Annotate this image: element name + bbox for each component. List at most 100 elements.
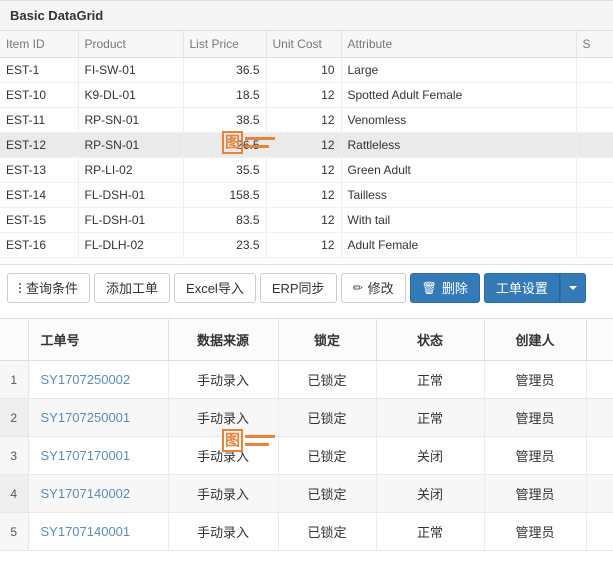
column-header-product[interactable]: Product xyxy=(78,31,184,58)
cell-item-id: EST-16 xyxy=(0,232,79,258)
erp-sync-button[interactable]: ERP同步 xyxy=(259,272,337,303)
vertical-dots-icon xyxy=(19,281,21,294)
column-header-attribute[interactable]: Attribute xyxy=(341,31,577,58)
cell-status: 关闭 xyxy=(376,474,485,513)
caret-down-icon xyxy=(568,285,577,290)
cell-creator: 管理员 xyxy=(484,436,587,475)
cell-lock-status: 已锁定 xyxy=(278,474,377,513)
cell-list-price: 18.5 xyxy=(183,82,267,108)
cell-list-price: 36.5 xyxy=(183,57,267,83)
cell-wo-no[interactable]: SY1707140002 xyxy=(28,474,169,513)
table-row[interactable]: EST-15 FL-DSH-01 83.5 12 With tail xyxy=(0,207,613,233)
cell-product: FL-DSH-01 xyxy=(78,182,184,208)
cell-index: 2 xyxy=(0,398,29,437)
cell-lock-status: 已锁定 xyxy=(278,360,377,399)
table-row[interactable]: 5 SY1707140001 手动录入 已锁定 正常 管理员 信 xyxy=(0,512,613,551)
column-header-unit-cost[interactable]: Unit Cost xyxy=(266,31,342,58)
cell-department: 信 xyxy=(586,436,613,475)
cell-lock-status: 已锁定 xyxy=(278,436,377,475)
table-row[interactable]: EST-10 K9-DL-01 18.5 12 Spotted Adult Fe… xyxy=(0,82,613,108)
cell-list-price: 38.5 xyxy=(183,107,267,133)
work-order-grid-scroll-area[interactable]: 工单号 数据来源 锁定 状态 创建人 部 1 SY1707250002 手动录入… xyxy=(0,318,613,551)
cell-creator: 管理员 xyxy=(484,474,587,513)
column-header-creator[interactable]: 创建人 xyxy=(484,318,587,361)
cell-attribute: Adult Female xyxy=(341,232,577,258)
cell-index: 1 xyxy=(0,360,29,399)
table-row[interactable]: 1 SY1707250002 手动录入 已锁定 正常 管理员 信 xyxy=(0,360,613,399)
cell-unit-cost: 12 xyxy=(266,157,342,183)
table-row[interactable]: 3 SY1707170001 手动录入 已锁定 关闭 管理员 信 xyxy=(0,436,613,475)
cell-list-price: 83.5 xyxy=(183,207,267,233)
table-row[interactable]: EST-11 RP-SN-01 38.5 12 Venomless xyxy=(0,107,613,133)
cell-status xyxy=(576,57,613,83)
cell-unit-cost: 12 xyxy=(266,107,342,133)
cell-status xyxy=(576,182,613,208)
cell-status xyxy=(576,157,613,183)
cell-item-id: EST-13 xyxy=(0,157,79,183)
column-header-status[interactable]: S xyxy=(576,31,613,58)
cell-creator: 管理员 xyxy=(484,512,587,551)
table-row[interactable]: 2 SY1707250001 手动录入 已锁定 正常 管理员 信 xyxy=(0,398,613,437)
cell-product: RP-SN-01 xyxy=(78,132,184,158)
column-header-lock[interactable]: 锁定 xyxy=(278,318,377,361)
column-header-item-id[interactable]: Item ID xyxy=(0,31,79,58)
cell-department: 信 xyxy=(586,512,613,551)
cell-data-source: 手动录入 xyxy=(168,360,279,399)
cell-item-id: EST-12 xyxy=(0,132,79,158)
cell-product: RP-LI-02 xyxy=(78,157,184,183)
cell-index: 5 xyxy=(0,512,29,551)
cell-index: 4 xyxy=(0,474,29,513)
excel-import-button[interactable]: Excel导入 xyxy=(174,272,256,303)
cell-status xyxy=(576,207,613,233)
table-row[interactable]: 4 SY1707140002 手动录入 已锁定 关闭 管理员 信 xyxy=(0,474,613,513)
cell-lock-status: 已锁定 xyxy=(278,398,377,437)
modify-button[interactable]: ✏ 修改 xyxy=(340,272,406,303)
table-row[interactable]: EST-1 FI-SW-01 36.5 10 Large xyxy=(0,57,613,83)
cell-unit-cost: 12 xyxy=(266,82,342,108)
column-header-data-source[interactable]: 数据来源 xyxy=(168,318,279,361)
cell-attribute: Spotted Adult Female xyxy=(341,82,577,108)
cell-status: 关闭 xyxy=(376,436,485,475)
cell-wo-no[interactable]: SY1707170001 xyxy=(28,436,169,475)
work-order-settings-dropdown-toggle[interactable] xyxy=(559,272,586,303)
column-header-department[interactable]: 部 xyxy=(586,318,613,361)
cell-status: 正常 xyxy=(376,398,485,437)
delete-label: 删除 xyxy=(441,281,468,296)
cell-item-id: EST-1 xyxy=(0,57,79,83)
cell-attribute: Tailless xyxy=(341,182,577,208)
table-row[interactable]: EST-16 FL-DLH-02 23.5 12 Adult Female xyxy=(0,232,613,258)
cell-list-price: 158.5 xyxy=(183,182,267,208)
table-row[interactable]: EST-14 FL-DSH-01 158.5 12 Tailless xyxy=(0,182,613,208)
cell-data-source: 手动录入 xyxy=(168,512,279,551)
cell-wo-no[interactable]: SY1707250002 xyxy=(28,360,169,399)
work-order-header-row: 工单号 数据来源 锁定 状态 创建人 部 xyxy=(0,318,613,361)
column-header-status[interactable]: 状态 xyxy=(376,318,485,361)
datagrid-body: EST-1 FI-SW-01 36.5 10 Large EST-10 K9-D… xyxy=(0,57,613,258)
table-row[interactable]: EST-13 RP-LI-02 35.5 12 Green Adult xyxy=(0,157,613,183)
cell-wo-no[interactable]: SY1707140001 xyxy=(28,512,169,551)
cell-attribute: Green Adult xyxy=(341,157,577,183)
work-order-settings-button[interactable]: 工单设置 xyxy=(483,272,560,303)
cell-department: 信 xyxy=(586,360,613,399)
cell-wo-no[interactable]: SY1707250001 xyxy=(28,398,169,437)
column-header-list-price[interactable]: List Price xyxy=(183,31,267,58)
add-work-order-button[interactable]: 添加工单 xyxy=(94,272,171,303)
column-header-wo-no[interactable]: 工单号 xyxy=(28,318,169,361)
cell-department: 信 xyxy=(586,398,613,437)
cell-list-price: 23.5 xyxy=(183,232,267,258)
cell-product: K9-DL-01 xyxy=(78,82,184,108)
cell-unit-cost: 12 xyxy=(266,132,342,158)
cell-data-source: 手动录入 xyxy=(168,398,279,437)
table-row-selected[interactable]: EST-12 RP-SN-01 26.5 12 Rattleless xyxy=(0,132,613,158)
delete-button[interactable]: 🗑 删除 xyxy=(409,272,480,303)
query-conditions-button[interactable]: 查询条件 xyxy=(7,272,91,303)
cell-attribute: Large xyxy=(341,57,577,83)
cell-status xyxy=(576,82,613,108)
datagrid-header-row: Item ID Product List Price Unit Cost Att… xyxy=(0,31,613,58)
cell-attribute: Venomless xyxy=(341,107,577,133)
cell-unit-cost: 12 xyxy=(266,207,342,233)
cell-attribute: With tail xyxy=(341,207,577,233)
cell-data-source: 手动录入 xyxy=(168,474,279,513)
pencil-icon: ✏ xyxy=(352,280,363,295)
datagrid-scroll-area[interactable]: Item ID Product List Price Unit Cost Att… xyxy=(0,31,613,258)
